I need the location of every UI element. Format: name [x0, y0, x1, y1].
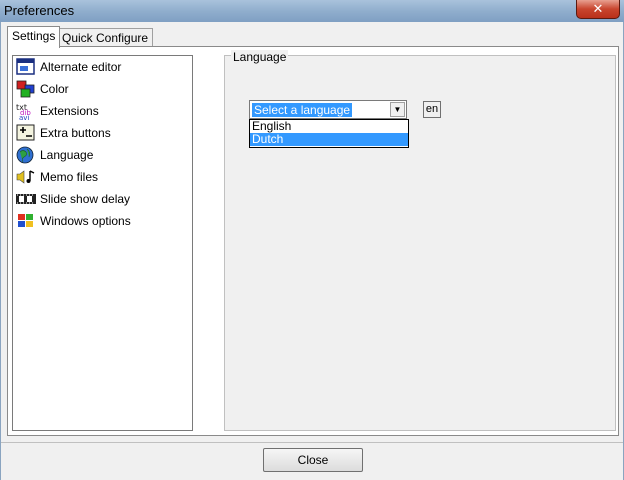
- language-group-legend: Language: [231, 50, 289, 64]
- extensions-icon: txt dib avi: [16, 102, 36, 122]
- language-dropdown-list[interactable]: English Dutch: [249, 119, 409, 148]
- list-item-extensions[interactable]: txt dib avi Extensions: [13, 100, 192, 122]
- tab-quick-configure[interactable]: Quick Configure: [57, 28, 154, 47]
- language-select-value: Select a language: [252, 103, 353, 117]
- list-item-memo-files[interactable]: Memo files: [13, 166, 192, 188]
- extra-buttons-icon: [16, 124, 36, 142]
- sound-note-icon: [16, 168, 36, 186]
- tab-settings[interactable]: Settings: [7, 26, 61, 48]
- list-item-color[interactable]: Color: [13, 78, 192, 100]
- editor-window-icon: [16, 58, 36, 76]
- settings-category-list[interactable]: Alternate editor Color txt dib avi Extensi…: [12, 55, 193, 431]
- list-item-alternate-editor[interactable]: Alternate editor: [13, 56, 192, 78]
- language-groupbox: Language Select a language ▼ English Dut…: [224, 50, 616, 431]
- list-item-label: Language: [40, 148, 94, 162]
- list-item-label: Color: [40, 82, 69, 96]
- chevron-down-icon[interactable]: ▼: [390, 102, 405, 117]
- language-select[interactable]: Select a language ▼: [249, 100, 407, 119]
- footer-divider: [1, 442, 623, 443]
- globe-icon: [16, 146, 36, 164]
- list-item-label: Extra buttons: [40, 126, 111, 140]
- language-option-dutch[interactable]: Dutch: [250, 133, 408, 146]
- list-item-windows-options[interactable]: Windows options: [13, 210, 192, 232]
- film-strip-icon: [16, 190, 36, 208]
- list-item-label: Memo files: [40, 170, 99, 184]
- settings-panel: Alternate editor Color txt dib avi Extensi…: [7, 46, 619, 436]
- list-item-extra-buttons[interactable]: Extra buttons: [13, 122, 192, 144]
- windows-logo-icon: [16, 212, 36, 230]
- window-close-button[interactable]: ✕: [576, 0, 620, 19]
- list-item-label: Extensions: [40, 104, 99, 118]
- language-code-button[interactable]: en: [423, 101, 441, 118]
- list-item-language[interactable]: Language: [13, 144, 192, 166]
- list-item-label: Alternate editor: [40, 60, 122, 74]
- close-button[interactable]: Close: [263, 448, 363, 472]
- title-bar: Preferences ✕: [0, 0, 624, 22]
- window-title: Preferences: [4, 3, 75, 18]
- color-squares-icon: [16, 80, 36, 98]
- svg-text:avi: avi: [19, 114, 29, 120]
- list-item-label: Slide show delay: [40, 192, 131, 206]
- list-item-label: Windows options: [40, 214, 131, 228]
- list-item-slide-show-delay[interactable]: Slide show delay: [13, 188, 192, 210]
- close-icon: ✕: [592, 1, 604, 16]
- dialog-body: Settings Quick Configure Alternate edito…: [0, 22, 624, 480]
